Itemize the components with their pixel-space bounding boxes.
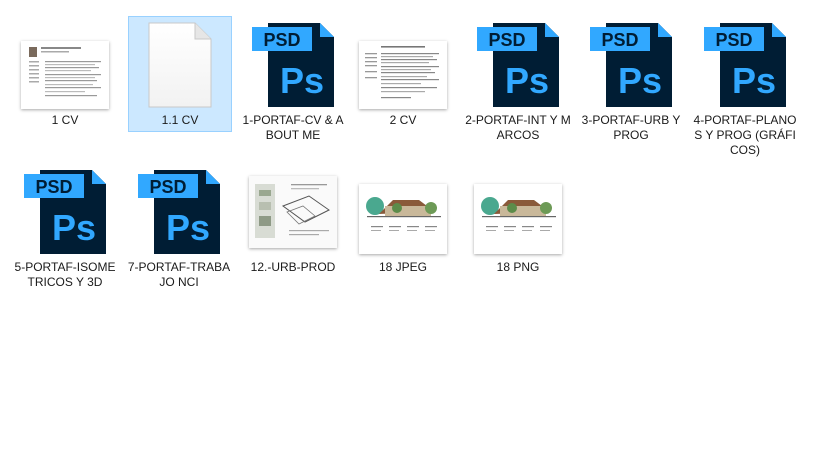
file-tile-18-png[interactable]: 18 PNG: [463, 164, 573, 300]
file-name-label: 2-PORTAF-INT Y MARCOS: [465, 113, 571, 142]
svg-text:PSD: PSD: [715, 30, 752, 50]
file-tile-1-portaf-cv[interactable]: PSD Ps 1-PORTAF-CV & ABOUT ME: [238, 17, 348, 153]
file-name-label: 1.1 CV: [161, 113, 199, 127]
photoshop-file-icon: PSD Ps: [588, 19, 674, 114]
file-tile-1-cv[interactable]: 1 CV: [10, 17, 120, 153]
svg-text:PSD: PSD: [35, 177, 72, 197]
image-thumbnail-icon: [21, 41, 109, 109]
file-name-label: 4-PORTAF-PLANOS Y PROG (GRÁFICOS): [693, 113, 797, 157]
file-name-label: 18 PNG: [496, 260, 540, 274]
photoshop-file-icon: PSD Ps: [22, 166, 108, 261]
file-name-label: 7-PORTAF-TRABAJO NCI: [127, 260, 231, 289]
file-name-label: 5-PORTAF-ISOMETRICOS Y 3D: [14, 260, 116, 289]
svg-text:Ps: Ps: [52, 207, 96, 248]
file-name-label: 18 JPEG: [378, 260, 428, 274]
svg-text:Ps: Ps: [732, 60, 776, 101]
file-name-label: 2 CV: [389, 113, 417, 127]
file-name-label: 1-PORTAF-CV & ABOUT ME: [242, 113, 344, 142]
file-name-label: 12.-URB-PROD: [250, 260, 336, 274]
file-icon-grid: 1 CV 1.1 CV PSD Ps 1-PORTAF-CV & ABOUT M…: [0, 0, 820, 471]
elevation-image-thumbnail-icon: [359, 184, 447, 254]
file-tile-2-cv[interactable]: 2 CV: [348, 17, 458, 153]
file-tile-5-portaf-isometricos[interactable]: PSD Ps 5-PORTAF-ISOMETRICOS Y 3D: [10, 164, 120, 300]
photoshop-file-icon: PSD Ps: [475, 19, 561, 114]
photoshop-file-icon: PSD Ps: [702, 19, 788, 114]
svg-text:PSD: PSD: [488, 30, 525, 50]
document-thumbnail-icon: [359, 41, 447, 109]
plan-image-thumbnail-icon: [249, 176, 337, 248]
file-tile-18-jpeg[interactable]: 18 JPEG: [348, 164, 458, 300]
file-tile-7-portaf-trabajo[interactable]: PSD Ps 7-PORTAF-TRABAJO NCI: [124, 164, 234, 300]
file-tile-12-urb-prod[interactable]: 12.-URB-PROD: [238, 164, 348, 300]
svg-text:Ps: Ps: [166, 207, 210, 248]
svg-text:Ps: Ps: [505, 60, 549, 101]
photoshop-file-icon: PSD Ps: [136, 166, 222, 261]
file-tile-2-portaf-int[interactable]: PSD Ps 2-PORTAF-INT Y MARCOS: [463, 17, 573, 153]
file-tile-4-portaf-planos[interactable]: PSD Ps 4-PORTAF-PLANOS Y PROG (GRÁFICOS): [690, 17, 800, 157]
file-name-label: 3-PORTAF-URB Y PROG: [581, 113, 681, 142]
svg-text:Ps: Ps: [618, 60, 662, 101]
file-name-label: 1 CV: [51, 113, 79, 127]
file-tile-1-1-cv[interactable]: 1.1 CV: [128, 16, 232, 132]
photoshop-file-icon: PSD Ps: [250, 19, 336, 114]
blank-document-icon: [145, 21, 215, 109]
svg-text:PSD: PSD: [263, 30, 300, 50]
elevation-image-thumbnail-icon: [474, 184, 562, 254]
svg-text:PSD: PSD: [149, 177, 186, 197]
svg-text:Ps: Ps: [280, 60, 324, 101]
svg-text:PSD: PSD: [601, 30, 638, 50]
file-tile-3-portaf-urb[interactable]: PSD Ps 3-PORTAF-URB Y PROG: [576, 17, 686, 153]
